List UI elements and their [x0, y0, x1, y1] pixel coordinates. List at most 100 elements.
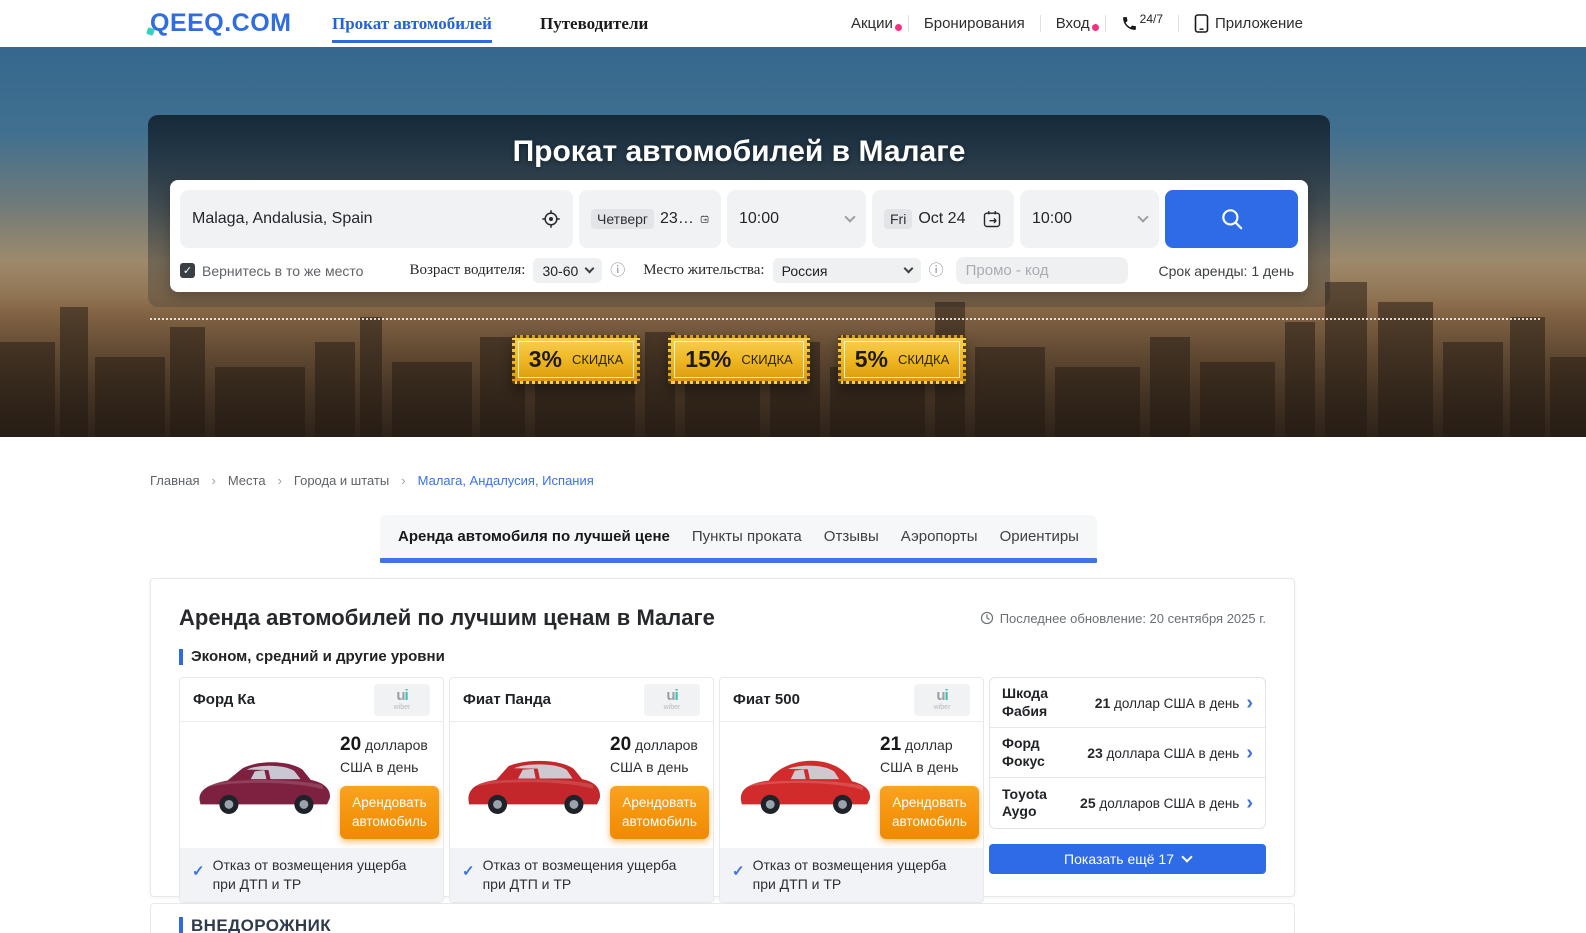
car-photo [188, 732, 338, 840]
car-name: Фиат Панда [463, 691, 551, 708]
hero-title: Прокат автомобилей в Малаге [148, 135, 1330, 169]
breadcrumb-separator: › [211, 473, 215, 488]
driver-age-value: 30-60 [542, 263, 578, 279]
rent-car-button[interactable]: Арендовать автомобиль [880, 786, 979, 839]
benefit-text: Отказ от возмещения ущерба при ДТП и ТР [483, 856, 701, 894]
calendar-icon [982, 209, 1002, 229]
list-item-ford-focus[interactable]: Форд Фокус 23 доллара США в день › [990, 728, 1265, 778]
car-name: Фиат 500 [733, 691, 800, 708]
dropoff-date-value: Oct 24 [918, 210, 965, 228]
driver-age-select[interactable]: 30-60 [533, 258, 602, 283]
search-button[interactable] [1165, 190, 1298, 248]
more-offers-list: Шкода Фабия 21 доллар США в день › Форд … [989, 677, 1266, 829]
car-card-benefit: ✓ Отказ от возмещения ущерба при ДТП и Т… [180, 848, 443, 902]
header-actions: Акции Бронирования Вход 24/7 [836, 0, 1318, 47]
car-card-body: 21 доллар США в день Арендовать автомоби… [720, 722, 983, 848]
hero-banner: Прокат автомобилей в Малаге Malaga, Anda… [0, 47, 1586, 437]
car-card-header: Фиат Панда ui wiber [450, 678, 713, 722]
list-item-skoda-fabia[interactable]: Шкода Фабия 21 доллар США в день › [990, 678, 1265, 728]
car-card-benefit: ✓ Отказ от возмещения ущерба при ДТП и Т… [450, 848, 713, 902]
qeeq-logo[interactable]: QEEQ.COM [150, 9, 292, 38]
breadcrumb-places[interactable]: Места [228, 473, 266, 488]
residence-select[interactable]: Россия [773, 258, 921, 283]
pickup-time-value: 10:00 [739, 210, 846, 228]
coupon-3-percent[interactable]: 3% СКИДКА [512, 335, 641, 384]
check-icon: ✓ [192, 862, 205, 880]
chevron-down-icon [1181, 851, 1192, 862]
tab-landmarks[interactable]: Ориентиры [1000, 528, 1079, 545]
breadcrumb-home[interactable]: Главная [150, 473, 199, 488]
coupon-label: СКИДКА [741, 352, 792, 367]
car-price-block: 21 доллар США в день Арендовать автомоби… [878, 732, 979, 840]
tab-best-price[interactable]: Аренда автомобиля по лучшей цене [398, 528, 670, 545]
car-photo [458, 732, 608, 840]
coupon-5-percent[interactable]: 5% СКИДКА [838, 335, 967, 384]
car-price: 21 доллар США в день [1095, 695, 1240, 711]
chevron-right-icon: › [1246, 693, 1253, 713]
pickup-date-field[interactable]: Четверг 23… [579, 190, 721, 248]
price-line: 21 доллар США в день [880, 732, 979, 777]
promo-code-input[interactable] [956, 257, 1128, 284]
dropoff-date-field[interactable]: Fri Oct 24 [872, 190, 1014, 248]
login-notification-dot [1092, 24, 1099, 31]
car-card-header: Фиат 500 ui wiber [720, 678, 983, 722]
car-card-header: Форд Ка ui wiber [180, 678, 443, 722]
driver-age-info-icon[interactable]: ⓘ [610, 263, 625, 278]
same-location-label: Вернитесь в то же место [202, 263, 363, 279]
benefit-text: Отказ от возмещения ущерба при ДТП и ТР [753, 856, 971, 894]
show-more-button[interactable]: Показать ещё 17 [989, 844, 1266, 874]
locate-icon[interactable] [541, 209, 561, 229]
pickup-time-field[interactable]: 10:00 [727, 190, 866, 248]
chevron-down-icon [844, 211, 855, 222]
rent-car-button[interactable]: Арендовать автомобиль [610, 786, 709, 839]
rent-car-button[interactable]: Арендовать автомобиль [340, 786, 439, 839]
same-location-checkbox[interactable]: ✓ [180, 263, 195, 278]
bookings-label: Бронирования [924, 15, 1025, 32]
tab-airports[interactable]: Аэропорты [901, 528, 978, 545]
tab-reviews[interactable]: Отзывы [824, 528, 879, 545]
section-tabs: Аренда автомобиля по лучшей цене Пункты … [380, 515, 1097, 558]
support-hours-badge: 24/7 [1140, 12, 1163, 26]
logo-text: QEEQ.COM [150, 9, 292, 37]
discount-coupons: 3% СКИДКА 15% СКИДКА 5% СКИДКА [148, 335, 1330, 384]
clock-icon [980, 611, 994, 625]
list-item-toyota-aygo[interactable]: Toyota Aygo 25 долларов США в день › [990, 778, 1265, 828]
nav-guides[interactable]: Путеводители [540, 14, 648, 34]
location-field[interactable]: Malaga, Andalusia, Spain [180, 190, 573, 248]
residence-info-icon[interactable]: ⓘ [929, 263, 944, 278]
supplier-logo-glyph: ui [936, 688, 947, 703]
app-link[interactable]: Приложение [1179, 14, 1318, 33]
suv-section-card: ВНЕДОРОЖНИК [150, 903, 1295, 933]
promotions-link[interactable]: Акции [836, 15, 908, 32]
car-price-block: 20 долларов США в день Арендовать автомо… [608, 732, 709, 840]
residence-value: Россия [782, 263, 897, 279]
support-phone[interactable]: 24/7 [1106, 15, 1178, 32]
main-nav: Прокат автомобилей Путеводители [332, 0, 648, 47]
top-navbar: QEEQ.COM Прокат автомобилей Путеводители… [0, 0, 1586, 47]
car-card-fiat-panda: Фиат Панда ui wiber [449, 677, 714, 903]
app-label: Приложение [1215, 15, 1303, 32]
pickup-date-value: 23… [660, 210, 694, 228]
coupon-15-percent[interactable]: 15% СКИДКА [668, 335, 809, 384]
dropoff-time-field[interactable]: 10:00 [1020, 190, 1159, 248]
section-accent-bar [179, 649, 183, 665]
nav-car-rental[interactable]: Прокат автомобилей [332, 14, 492, 34]
supplier-logo-caption: wiber [664, 704, 681, 711]
supplier-logo-glyph: ui [666, 688, 677, 703]
login-label: Вход [1056, 15, 1090, 32]
supplier-logo: ui wiber [914, 684, 970, 716]
car-photo [728, 732, 878, 840]
promotions-label: Акции [851, 15, 893, 32]
chevron-right-icon: › [1246, 743, 1253, 763]
bookings-link[interactable]: Бронирования [909, 15, 1040, 32]
suv-section-head: ВНЕДОРОЖНИК [179, 916, 1266, 933]
price-line: 20 долларов США в день [340, 732, 439, 777]
car-card-fiat-500: Фиат 500 ui wiber [719, 677, 984, 903]
section-title: Эконом, средний и другие уровни [191, 648, 445, 665]
tab-locations[interactable]: Пункты проката [692, 528, 802, 545]
breadcrumb-cities[interactable]: Города и штаты [294, 473, 389, 488]
phone-icon [1121, 15, 1138, 32]
car-card-benefit: ✓ Отказ от возмещения ущерба при ДТП и Т… [720, 848, 983, 902]
chevron-right-icon: › [1246, 793, 1253, 813]
login-link[interactable]: Вход [1041, 15, 1105, 32]
